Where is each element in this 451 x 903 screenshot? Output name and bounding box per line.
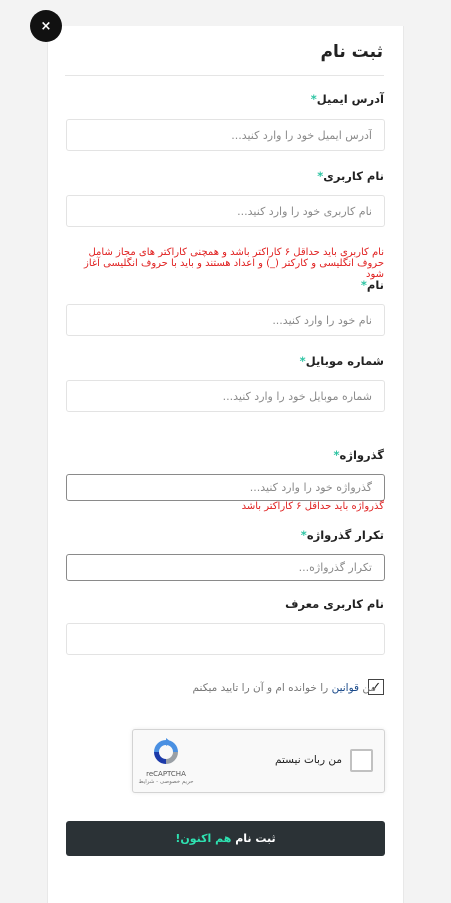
name-field[interactable] <box>66 304 385 336</box>
email-field[interactable] <box>66 119 385 151</box>
recaptcha-icon <box>154 738 178 764</box>
register-button-label: ثبت نام <box>235 832 276 845</box>
mobile-field[interactable] <box>66 380 385 412</box>
password-repeat-field[interactable] <box>66 554 385 581</box>
register-button-accent: هم اکنون! <box>175 832 232 845</box>
recaptcha-brand: reCAPTCHA <box>146 770 186 778</box>
username-field[interactable] <box>66 195 385 227</box>
referrer-field[interactable] <box>66 623 385 655</box>
terms-text: من قوانین را خوانده ام و آن را تایید میک… <box>192 682 376 694</box>
password-field[interactable] <box>66 474 385 501</box>
recaptcha-checkbox[interactable] <box>350 749 373 772</box>
mobile-label: شماره موبایل* <box>299 354 384 368</box>
terms-row: ✓ من قوانین را خوانده ام و آن را تایید م… <box>65 677 384 699</box>
username-label: نام کاربری* <box>317 169 384 183</box>
recaptcha-logo: reCAPTCHA حریم خصوصی - شرایط <box>137 737 195 789</box>
form-title: ثبت نام <box>320 42 383 62</box>
username-error: نام کاربری باید حداقل ۶ کاراکتر باشد و ه… <box>84 247 384 280</box>
register-button[interactable]: ثبت نام هم اکنون! <box>66 821 385 856</box>
terms-link[interactable]: قوانین <box>332 682 359 694</box>
password-error: گذرواژه باید حداقل ۶ کاراکتر باشد <box>241 501 384 512</box>
close-icon: × <box>40 18 52 34</box>
email-label: آدرس ایمیل* <box>310 92 384 106</box>
password-label: گذرواژه* <box>333 448 384 462</box>
recaptcha-widget: من ربات نیستم reCAPTCHA حریم خصوصی - شرا… <box>132 729 385 793</box>
password-repeat-label: تکرار گذرواژه* <box>300 528 384 542</box>
name-label: نام* <box>360 278 384 292</box>
recaptcha-links[interactable]: حریم خصوصی - شرایط <box>137 779 195 785</box>
register-form: ثبت نام آدرس ایمیل* نام کاربری* نام کارب… <box>47 26 404 903</box>
referrer-label: نام کاربری معرف <box>285 597 384 611</box>
recaptcha-label: من ربات نیستم <box>275 754 342 766</box>
title-divider <box>65 75 384 76</box>
close-button[interactable]: × <box>30 10 62 42</box>
